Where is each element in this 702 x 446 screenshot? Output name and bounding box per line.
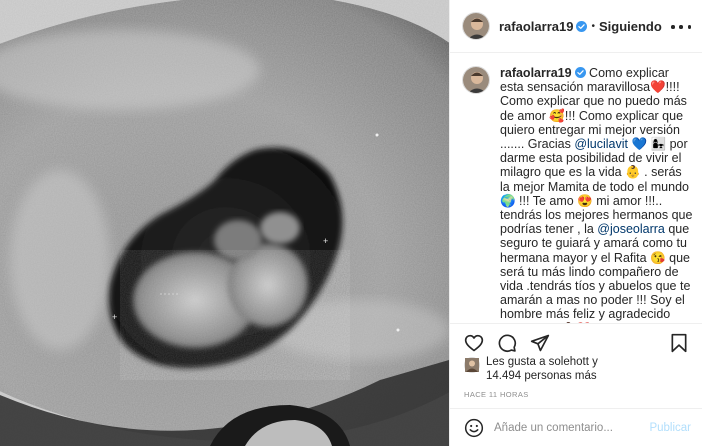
caption-part: !!! Te amo (515, 193, 578, 208)
heart-eyes-emoji: 😍 (577, 193, 593, 208)
header-separator: • (591, 20, 595, 32)
post-header: rafaolarra19 • Siguiendo (450, 0, 702, 53)
likes-summary: Les gusta a solehott y 14.494 personas m… (464, 355, 694, 383)
liker-avatar[interactable] (464, 357, 480, 373)
post-timestamp[interactable]: HACE 11 HORAS (464, 390, 529, 399)
comment-input[interactable] (494, 421, 650, 434)
caption: rafaolarra19 Como explicar esta sensació… (462, 66, 693, 323)
globe-emoji: 🌍 (500, 193, 516, 208)
emoji-smiley-icon[interactable] (464, 418, 484, 438)
likes-suffix[interactable]: personas más (521, 370, 596, 382)
avatar[interactable] (462, 12, 490, 40)
share-icon[interactable] (530, 333, 550, 353)
comments-area[interactable]: rafaolarra19 Como explicar esta sensació… (450, 54, 702, 323)
comment-icon[interactable] (497, 333, 517, 353)
more-dot-2 (679, 25, 683, 29)
avatar-photo-icon (465, 358, 479, 372)
likes-text: Les gusta a solehott y 14.494 personas m… (486, 355, 606, 383)
publish-button[interactable]: Publicar (649, 422, 691, 434)
avatar-photo-icon (463, 67, 489, 93)
more-dot-3 (687, 25, 691, 29)
more-dot-1 (671, 25, 675, 29)
avatar-photo-icon (463, 13, 489, 39)
svg-text:+: + (323, 236, 328, 246)
post-image[interactable]: + + (0, 0, 449, 446)
caption-avatar[interactable] (462, 66, 490, 94)
baby-emoji: 👶 (625, 165, 641, 180)
following-button[interactable]: Siguiendo (599, 19, 662, 34)
smiling-face-emoji: 🥰 (549, 108, 565, 123)
likes-middle: y (588, 356, 598, 368)
post-sidebar: rafaolarra19 • Siguiendo rafaolarra19 Co… (449, 0, 702, 446)
verified-badge-icon (576, 20, 588, 32)
instagram-post: + + rafaolarra19 • Siguiendo rafaolarra1… (0, 0, 702, 446)
liker-username[interactable]: solehott (549, 356, 589, 368)
likes-prefix: Les gusta a (486, 356, 549, 368)
heart-icon[interactable] (464, 333, 484, 353)
kiss-emoji: 😘 (650, 250, 666, 265)
verified-badge-icon (574, 67, 586, 78)
svg-text:+: + (112, 312, 117, 322)
caption-text: rafaolarra19 Como explicar esta sensació… (500, 66, 693, 323)
heart-family-emoji: 💙 👩‍👧 (628, 137, 670, 152)
more-options-icon[interactable] (671, 17, 691, 37)
caption-username[interactable]: rafaolarra19 (500, 66, 572, 80)
mention-link[interactable]: @joseolarra (597, 222, 665, 236)
bookmark-icon[interactable] (669, 333, 689, 353)
mention-link[interactable]: @lucilavit (574, 137, 628, 151)
likes-count[interactable]: 14.494 (486, 370, 521, 382)
heart-emoji: ❤️ (650, 80, 666, 95)
add-comment-bar: Publicar (450, 408, 702, 446)
post-author-username[interactable]: rafaolarra19 (499, 19, 573, 34)
ultrasound-image: + + (0, 0, 449, 446)
